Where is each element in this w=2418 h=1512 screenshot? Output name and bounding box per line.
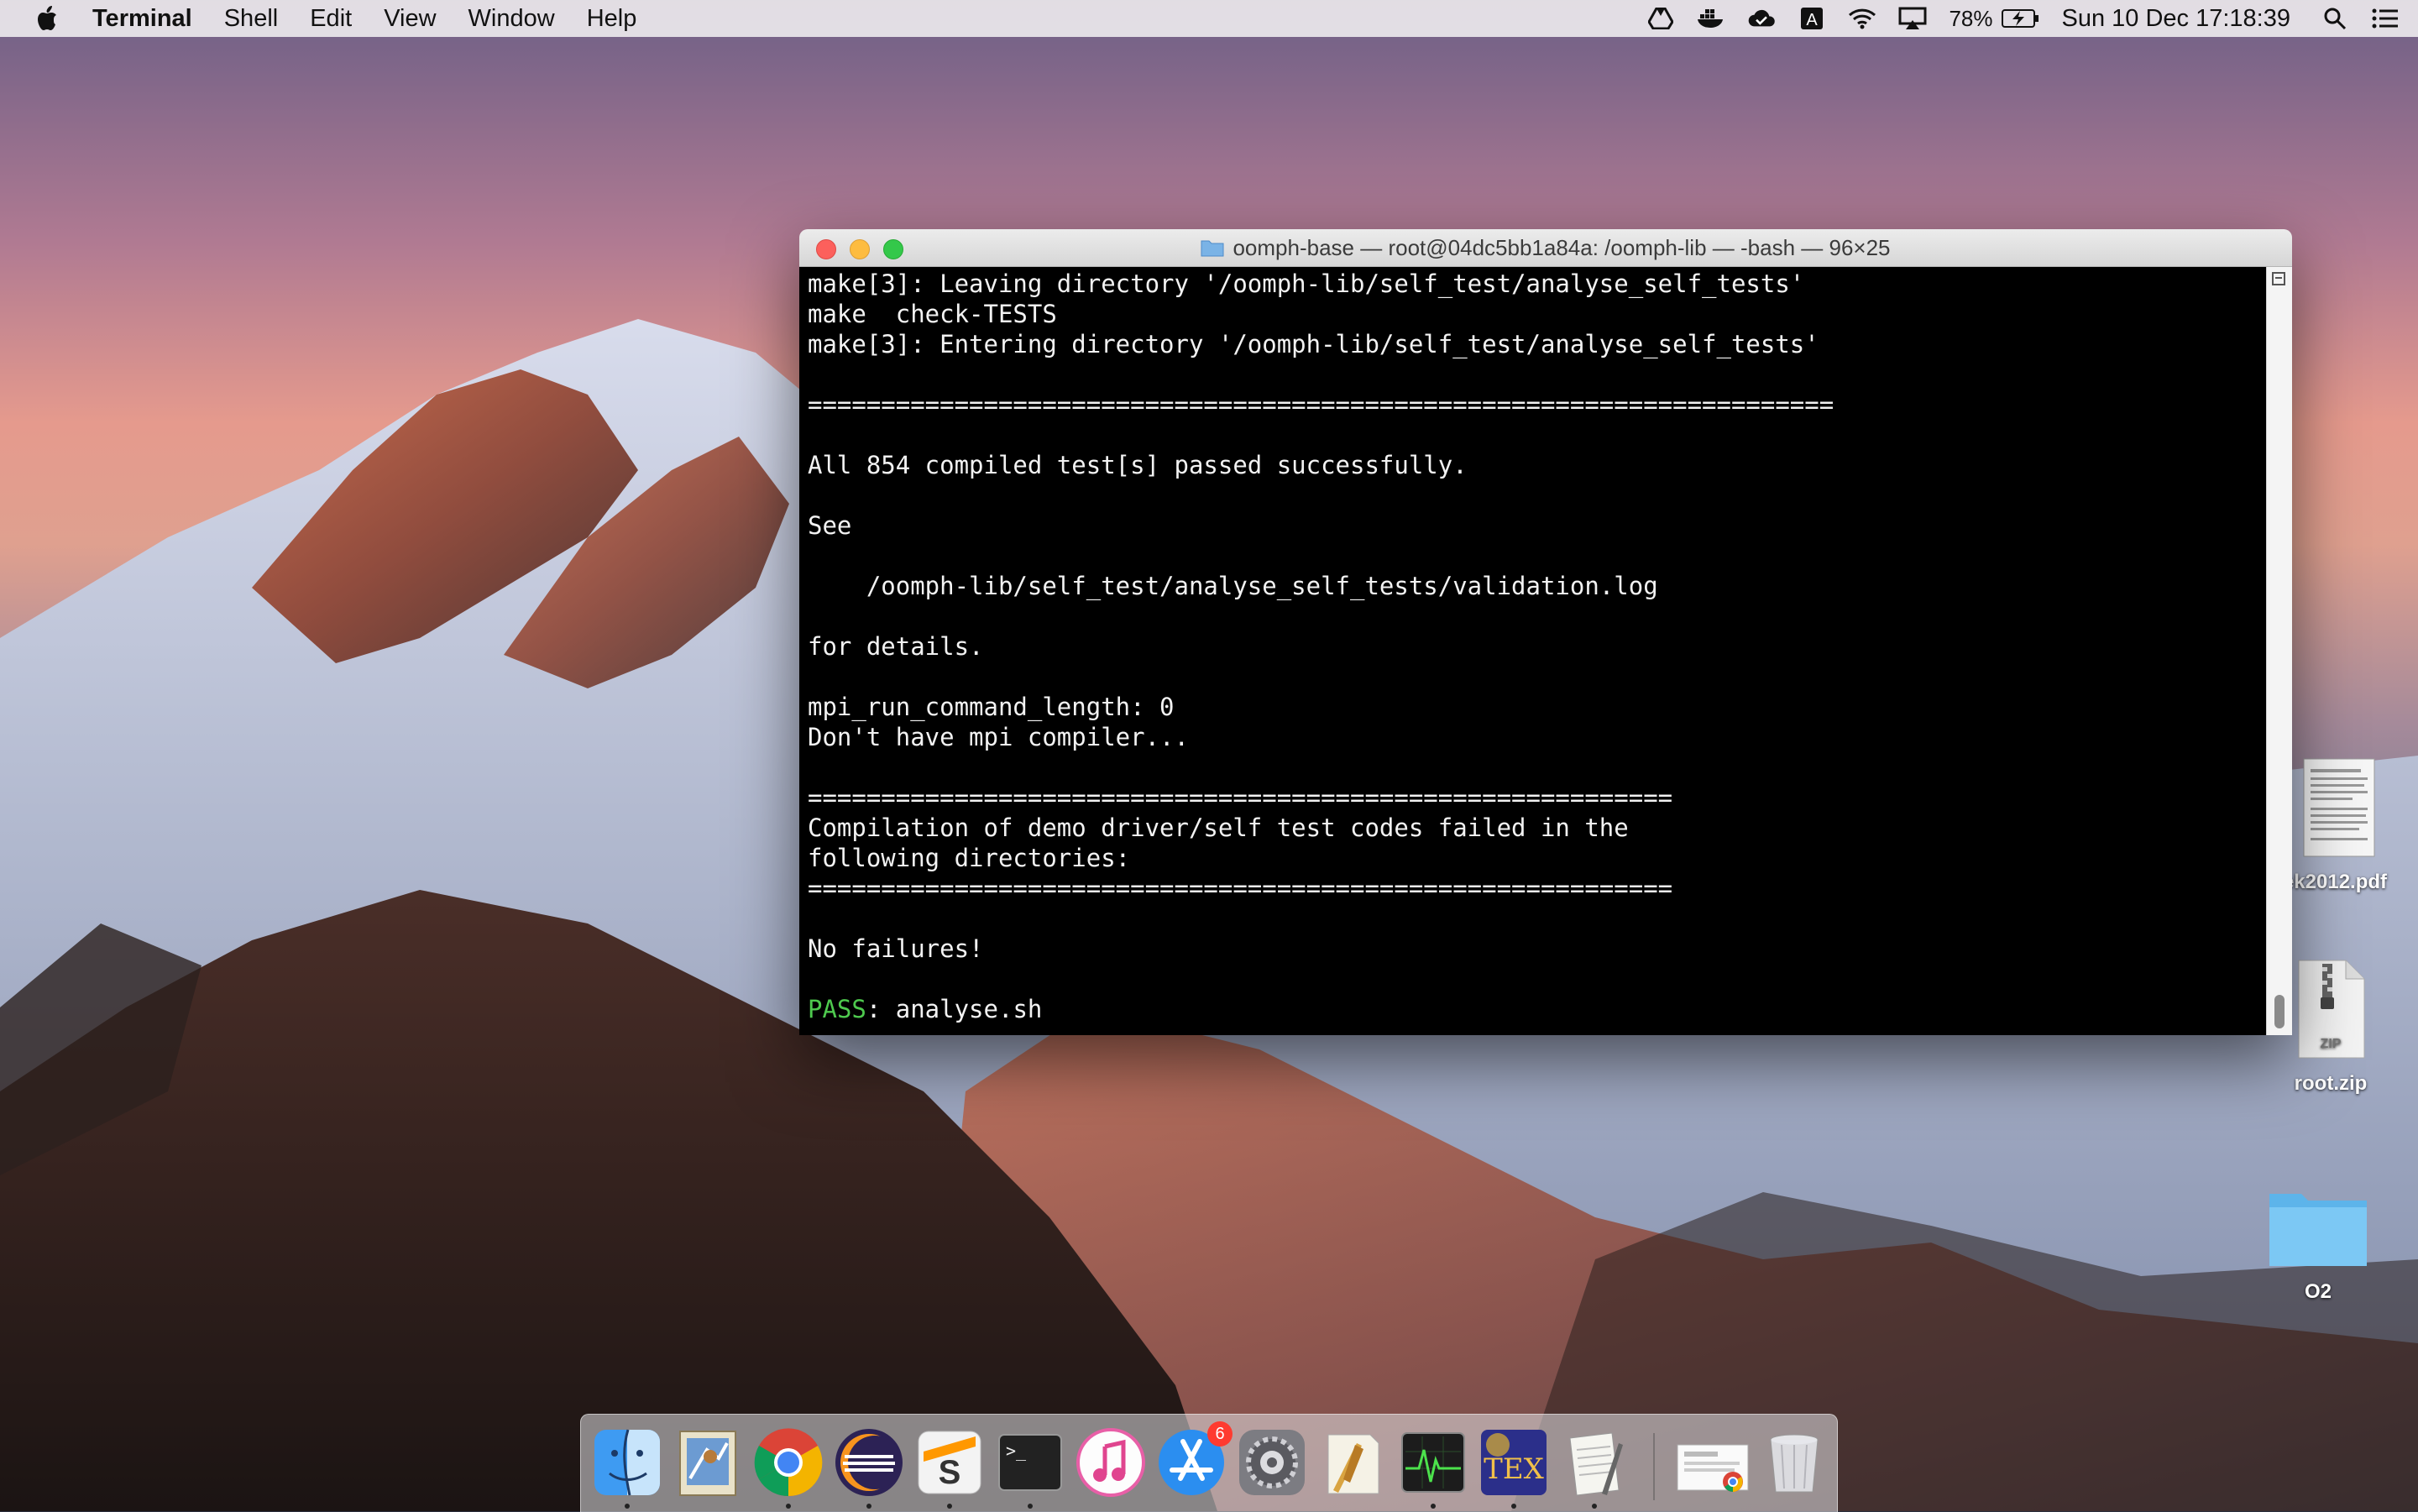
minimize-window-button[interactable] bbox=[850, 239, 870, 259]
svg-text:>_: >_ bbox=[1006, 1441, 1027, 1461]
terminal-line: ========================================… bbox=[808, 783, 1673, 812]
svg-text:ZIP: ZIP bbox=[2321, 1037, 2342, 1051]
terminal-line: ========================================… bbox=[808, 874, 1673, 902]
menu-view[interactable]: View bbox=[384, 5, 436, 33]
running-indicator bbox=[625, 1504, 630, 1509]
terminal-line: All 854 compiled test[s] passed successf… bbox=[808, 451, 1468, 479]
terminal-line: make[3]: Leaving directory '/oomph-lib/s… bbox=[808, 269, 1805, 298]
menu-edit[interactable]: Edit bbox=[310, 5, 352, 33]
zoom-window-button[interactable] bbox=[883, 239, 903, 259]
menu-window[interactable]: Window bbox=[468, 5, 555, 33]
menu-shell[interactable]: Shell bbox=[224, 5, 279, 33]
svg-text:A: A bbox=[1807, 11, 1819, 29]
svg-text:TEX: TEX bbox=[1484, 1452, 1544, 1486]
trash-icon[interactable] bbox=[1758, 1426, 1830, 1499]
itunes-icon[interactable] bbox=[1075, 1426, 1147, 1499]
app-store-icon[interactable]: 6 bbox=[1155, 1421, 1233, 1499]
app-menu-terminal[interactable]: Terminal bbox=[92, 5, 192, 33]
terminal-line: make check-TESTS bbox=[808, 300, 1057, 328]
window-titlebar[interactable]: oomph-base — root@04dc5bb1a84a: /oomph-l… bbox=[799, 229, 2292, 267]
terminal-scrollbar[interactable] bbox=[2266, 267, 2292, 1035]
running-indicator bbox=[1431, 1504, 1436, 1509]
texshop-icon[interactable]: TEX bbox=[1478, 1426, 1550, 1509]
desktop-folder[interactable]: O2 bbox=[2264, 1185, 2373, 1304]
system-preferences-icon[interactable] bbox=[1236, 1426, 1308, 1499]
terminal-icon[interactable]: >_ bbox=[994, 1426, 1066, 1509]
mail-icon[interactable] bbox=[672, 1426, 744, 1499]
window-title-text: oomph-base — root@04dc5bb1a84a: /oomph-l… bbox=[1233, 234, 1891, 260]
window-title: oomph-base — root@04dc5bb1a84a: /oomph-l… bbox=[1201, 234, 1891, 261]
terminal-line: mpi_run_command_length: 0 bbox=[808, 693, 1175, 721]
wifi-icon[interactable] bbox=[1848, 6, 1876, 31]
pass-status: PASS bbox=[808, 995, 866, 1023]
terminal-line: /oomph-lib/self_test/analyse_self_tests/… bbox=[808, 572, 1658, 600]
menu-bar: Terminal Shell Edit View Window Help A 7… bbox=[0, 0, 2418, 37]
terminal-line: ========================================… bbox=[808, 390, 1834, 419]
notification-center-icon[interactable] bbox=[2371, 6, 2400, 31]
menu-help[interactable]: Help bbox=[587, 5, 637, 33]
terminal-output[interactable]: make[3]: Leaving directory '/oomph-lib/s… bbox=[799, 267, 2267, 1035]
desktop-icon-label: O2 bbox=[2304, 1280, 2332, 1303]
apple-menu-icon[interactable] bbox=[32, 4, 60, 33]
notes-icon[interactable] bbox=[1558, 1426, 1630, 1509]
downloads-stack-icon[interactable] bbox=[1672, 1426, 1753, 1499]
scrollbar-thumb[interactable] bbox=[2274, 995, 2285, 1028]
zip-archive-icon: ZIP bbox=[2298, 960, 2365, 1059]
terminal-line: make[3]: Entering directory '/oomph-lib/… bbox=[808, 330, 1819, 358]
close-window-button[interactable] bbox=[816, 239, 836, 259]
pdf-document-icon bbox=[2303, 758, 2375, 857]
cloud-check-icon[interactable] bbox=[1747, 6, 1776, 31]
dock-separator bbox=[1653, 1433, 1655, 1500]
terminal-line: following directories: bbox=[808, 844, 1131, 872]
update-count-badge: 6 bbox=[1207, 1421, 1233, 1447]
folder-icon bbox=[1201, 240, 1224, 257]
spotlight-search-icon[interactable] bbox=[2321, 6, 2349, 31]
terminal-line: for details. bbox=[808, 632, 984, 661]
terminal-line: See bbox=[808, 511, 852, 540]
eclipse-icon[interactable] bbox=[833, 1426, 905, 1509]
terminal-pass-line: PASS: analyse.sh bbox=[808, 994, 2267, 1024]
battery-percentage[interactable]: 78% bbox=[1949, 6, 1992, 32]
airplay-icon[interactable] bbox=[1898, 6, 1927, 31]
desktop-icon-label: root.zip bbox=[2294, 1072, 2368, 1095]
pass-test-name: : analyse.sh bbox=[866, 995, 1043, 1023]
running-indicator bbox=[866, 1504, 871, 1509]
google-drive-icon[interactable] bbox=[1646, 6, 1675, 31]
terminal-line: Compilation of demo driver/self test cod… bbox=[808, 814, 1629, 842]
finder-icon[interactable] bbox=[591, 1426, 663, 1509]
svg-text:S: S bbox=[939, 1454, 961, 1491]
dock: S >_ 6 TEX bbox=[580, 1414, 1838, 1512]
battery-charging-icon[interactable] bbox=[2001, 6, 2040, 31]
terminal-line: Don't have mpi compiler... bbox=[808, 723, 1189, 751]
running-indicator bbox=[947, 1504, 952, 1509]
sublime-icon[interactable]: S bbox=[913, 1426, 986, 1509]
input-source-icon[interactable]: A bbox=[1798, 6, 1826, 31]
menu-clock[interactable]: Sun 10 Dec 17:18:39 bbox=[2062, 5, 2290, 33]
terminal-window[interactable]: oomph-base — root@04dc5bb1a84a: /oomph-l… bbox=[799, 229, 2292, 1035]
running-indicator bbox=[1592, 1504, 1597, 1509]
docker-icon[interactable] bbox=[1697, 6, 1725, 31]
running-indicator bbox=[786, 1504, 791, 1509]
desktop-file-pdf[interactable]: ek2012.pdf bbox=[2280, 756, 2398, 894]
folder-icon bbox=[2269, 1194, 2367, 1266]
terminal-line: No failures! bbox=[808, 934, 984, 963]
running-indicator bbox=[1511, 1504, 1516, 1509]
textedit-icon[interactable] bbox=[1316, 1426, 1389, 1499]
split-pane-icon[interactable] bbox=[2272, 272, 2285, 285]
activity-monitor-icon[interactable] bbox=[1397, 1426, 1469, 1509]
chrome-icon[interactable] bbox=[752, 1426, 824, 1509]
running-indicator bbox=[1028, 1504, 1033, 1509]
